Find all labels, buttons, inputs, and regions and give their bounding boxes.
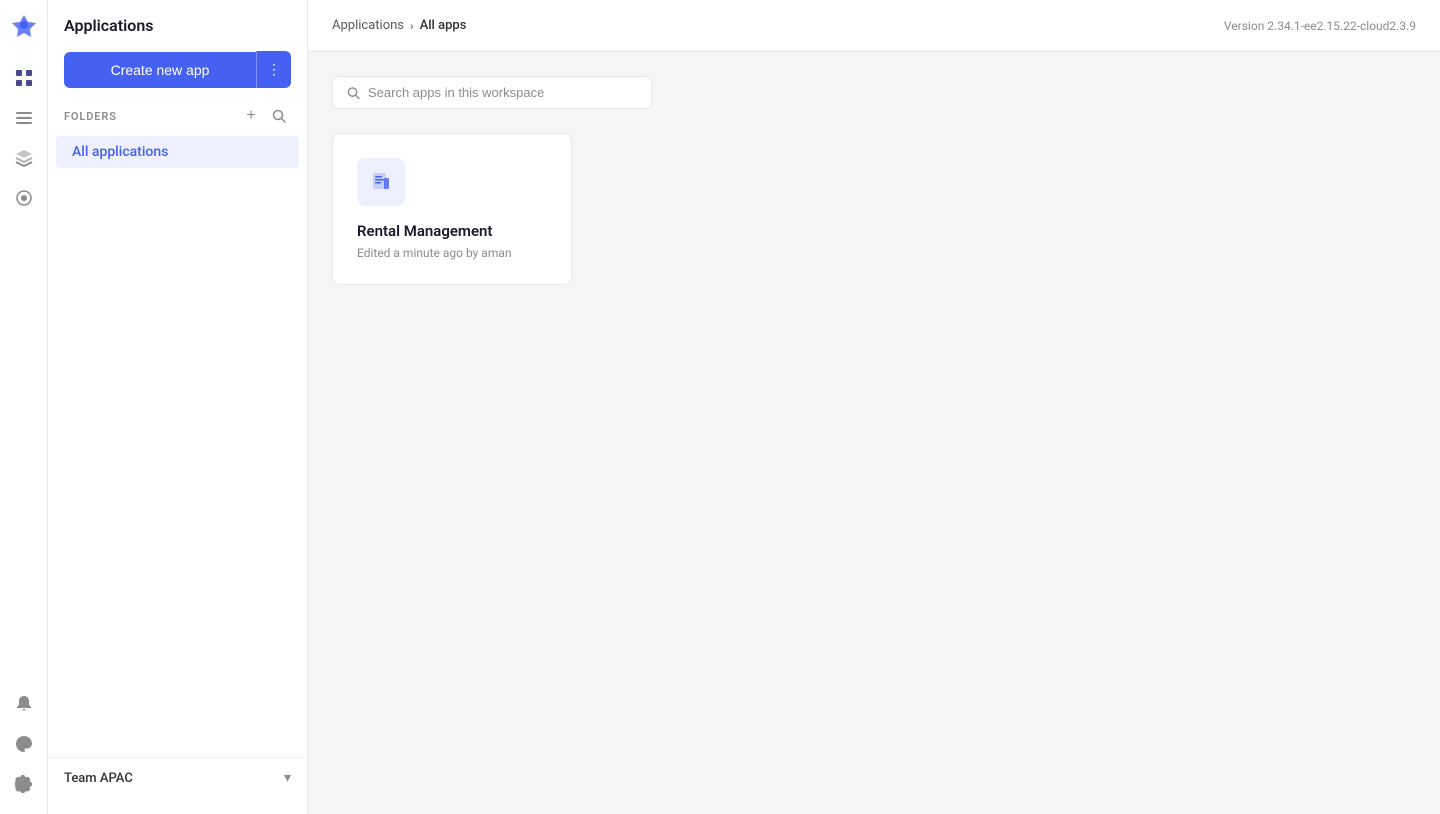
nav-icon-notifications[interactable]	[6, 686, 42, 722]
chevron-down-icon[interactable]: ▾	[284, 770, 291, 786]
breadcrumb: Applications › All apps	[332, 18, 466, 33]
breadcrumb-current: All apps	[420, 18, 467, 33]
breadcrumb-parent[interactable]: Applications	[332, 18, 404, 33]
sidebar-bottom: Team APAC ▾	[48, 757, 307, 798]
app-meta: Edited a minute ago by aman	[357, 246, 547, 260]
search-folder-button[interactable]	[267, 104, 291, 128]
nav-icon-settings[interactable]	[6, 766, 42, 802]
nav-icon-theme[interactable]	[6, 726, 42, 762]
main-sidebar: Applications Create new app ⋮ FOLDERS + …	[48, 0, 308, 814]
three-dots-icon: ⋮	[267, 61, 281, 78]
version-info: Version 2.34.1-ee2.15.22-cloud2.3.9	[1224, 19, 1416, 33]
plus-icon: +	[246, 107, 255, 125]
folders-header: FOLDERS +	[48, 104, 307, 136]
folders-actions: +	[239, 104, 291, 128]
folders-label: FOLDERS	[64, 110, 117, 123]
create-new-app-button[interactable]: Create new app	[64, 52, 256, 88]
logo[interactable]	[10, 12, 38, 40]
nav-icon-list[interactable]	[6, 100, 42, 136]
search-icon	[272, 109, 286, 123]
main-content: Applications › All apps Version 2.34.1-e…	[308, 0, 1440, 814]
breadcrumb-separator: ›	[410, 19, 414, 33]
folder-item-all-applications[interactable]: All applications	[56, 136, 299, 168]
bottom-icons	[6, 686, 42, 802]
app-icon-wrapper	[357, 158, 405, 206]
top-bar: Applications › All apps Version 2.34.1-e…	[308, 0, 1440, 52]
app-icon	[369, 170, 393, 194]
nav-icon-filter[interactable]	[6, 180, 42, 216]
app-name: Rental Management	[357, 222, 547, 240]
folder-label: All applications	[72, 144, 168, 160]
nav-icon-layers[interactable]	[6, 140, 42, 176]
create-btn-wrapper: Create new app ⋮	[48, 51, 307, 104]
search-bar-icon	[347, 86, 360, 100]
team-name: Team APAC	[64, 771, 133, 786]
nav-icon-grid[interactable]	[6, 60, 42, 96]
app-card-rental-management[interactable]: Rental Management Edited a minute ago by…	[332, 133, 572, 285]
add-folder-button[interactable]: +	[239, 104, 263, 128]
search-input[interactable]	[368, 85, 637, 100]
apps-grid: Rental Management Edited a minute ago by…	[332, 133, 1416, 285]
icon-sidebar	[0, 0, 48, 814]
create-menu-button[interactable]: ⋮	[256, 51, 291, 88]
content-area: Rental Management Edited a minute ago by…	[308, 52, 1440, 814]
search-bar[interactable]	[332, 76, 652, 109]
sidebar-title: Applications	[48, 16, 307, 51]
